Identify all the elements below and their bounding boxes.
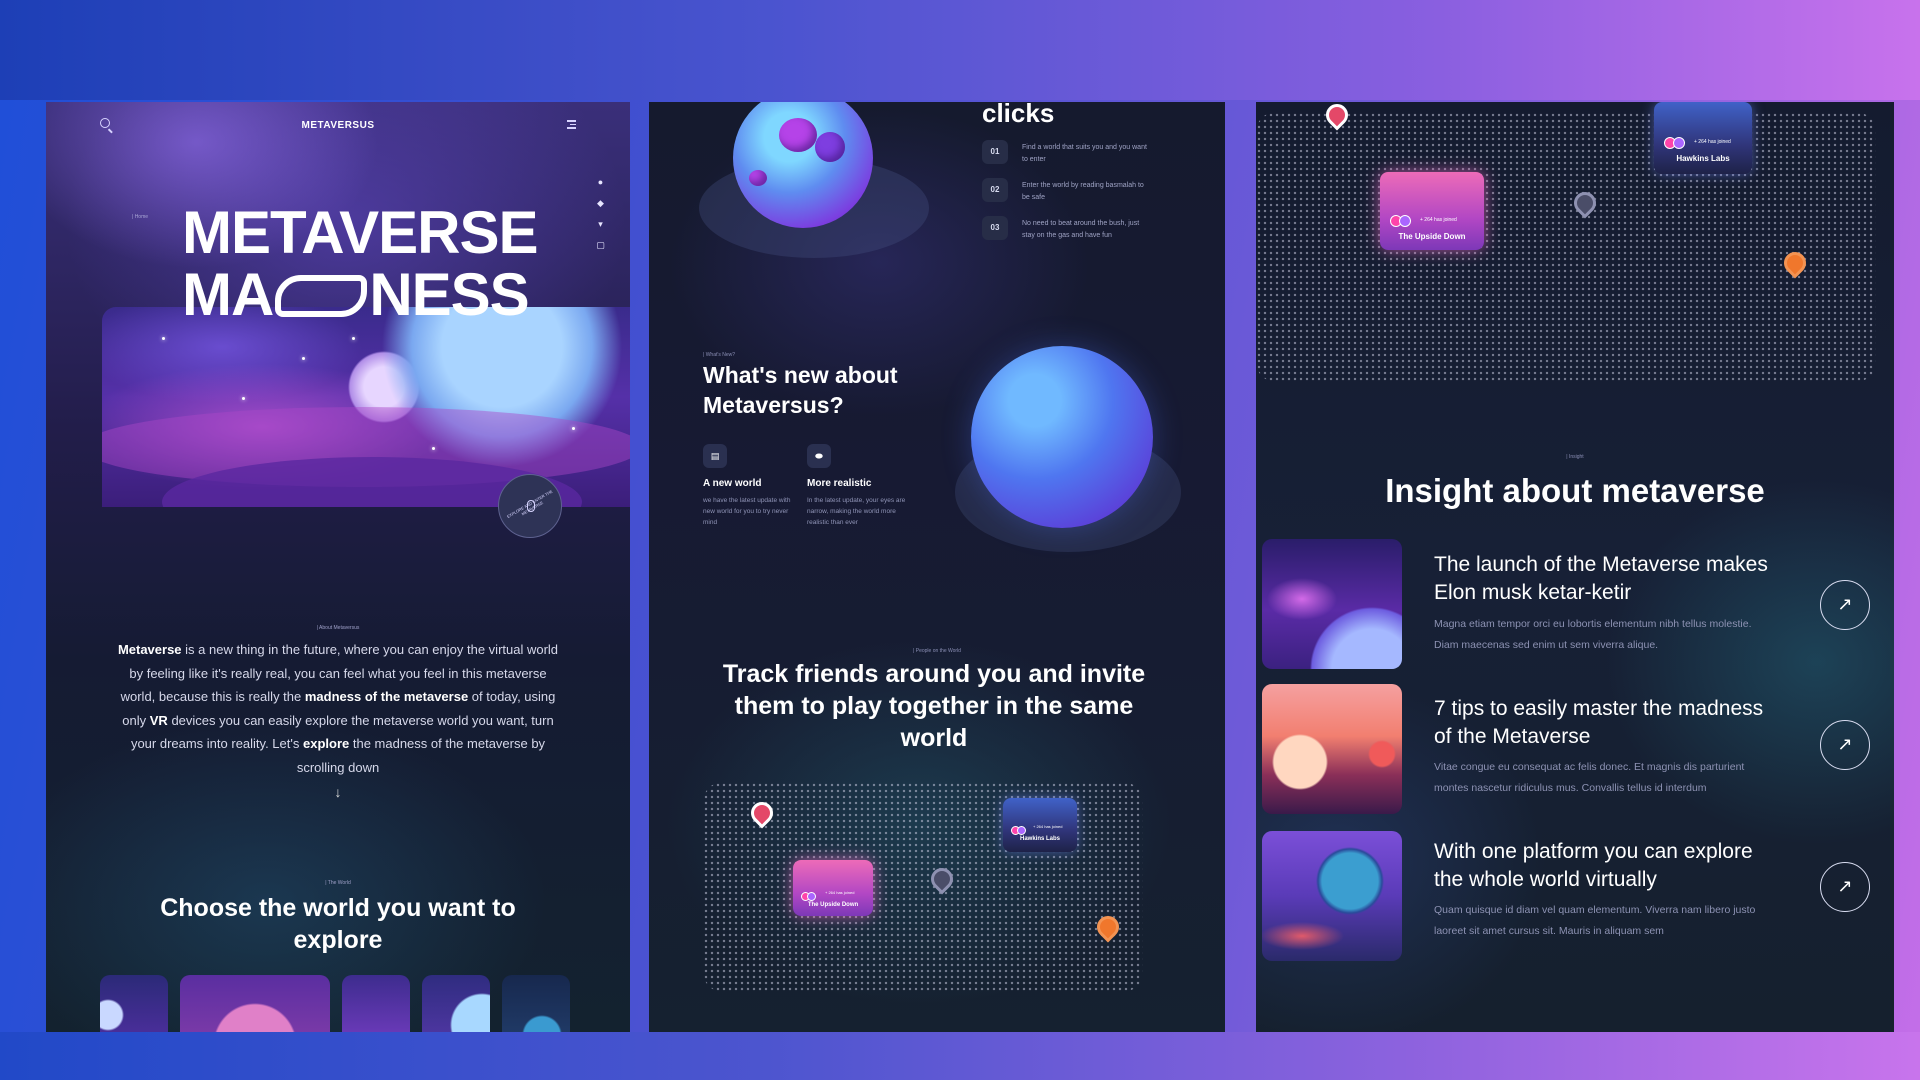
post-title[interactable]: 7 tips to easily master the madness of t… — [1434, 695, 1774, 751]
instagram-icon[interactable]: ▢ — [596, 241, 605, 250]
breadcrumb: | Home — [132, 214, 149, 220]
post-title[interactable]: With one platform you can explore the wh… — [1434, 838, 1774, 894]
step-number: 01 — [982, 140, 1008, 164]
hero-title-pill-shape — [275, 275, 368, 317]
feature-title: A new world — [703, 478, 762, 489]
world-card-name: Hawkins Labs — [1019, 836, 1060, 842]
track-friends-heading: Track friends around you and invite them… — [722, 660, 1146, 752]
landing-hero-panel: METAVERSUS ● ◆ ▾ ▢ | Home METAVERSE MA NE… — [46, 102, 630, 1032]
world-thumbnail[interactable] — [180, 975, 330, 1032]
step-number: 02 — [982, 178, 1008, 202]
people-section-label: | People on the World — [913, 648, 961, 654]
post-description: Magna etiam tempor orci eu lobortis elem… — [1434, 618, 1752, 651]
vr-headset-icon: ⬬ — [807, 444, 831, 468]
planet-rock — [749, 170, 767, 186]
world-card-name: Hawkins Labs — [1676, 154, 1730, 163]
world-thumbnail[interactable] — [502, 975, 570, 1032]
world-section-label: | The World — [325, 880, 351, 886]
joined-count: + 264 has joined — [1033, 824, 1063, 829]
world-map — [1256, 112, 1876, 382]
about-section-label: | About Metaversus — [316, 625, 360, 631]
reddit-icon[interactable]: ● — [596, 178, 605, 187]
whats-new-heading: What's new about Metaversus? — [703, 362, 898, 418]
step-text: Enter the world by reading basmalah to b… — [1022, 182, 1144, 201]
hero-title-line-2a: MA — [182, 261, 274, 328]
world-thumbnail[interactable] — [342, 975, 410, 1032]
post-description: Vitae congue eu consequat ac felis donec… — [1434, 761, 1745, 794]
mouse-icon — [527, 500, 535, 512]
post-title[interactable]: The launch of the Metaverse makes Elon m… — [1434, 551, 1774, 607]
world-card-hawkins-labs[interactable]: + 264 has joined Hawkins Labs — [1654, 102, 1752, 174]
hero-title-line-2b: NESS — [369, 261, 529, 328]
steps-heading: clicks — [982, 102, 1055, 128]
discord-icon[interactable]: ◆ — [596, 199, 605, 208]
world-thumbnail[interactable] — [100, 975, 168, 1032]
world-thumbnail[interactable] — [422, 975, 490, 1032]
joined-count: + 264 has joined — [1694, 139, 1731, 145]
open-post-arrow-icon[interactable]: ↗ — [1820, 720, 1870, 770]
world-card-hawkins-labs[interactable]: + 264 has joined Hawkins Labs — [1003, 798, 1077, 852]
whats-new-label: | What's New? — [703, 352, 735, 358]
insight-heading: Insight about metaverse — [1385, 472, 1765, 509]
feature-description: In the latest update, your eyes are narr… — [807, 497, 906, 526]
world-card-upside-down[interactable]: + 264 has joined The Upside Down — [1380, 172, 1484, 250]
hero-space-illustration — [102, 307, 630, 507]
world-card-name: The Upside Down — [1398, 232, 1466, 241]
post-description: Quam quisque id diam vel quam elementum.… — [1434, 904, 1756, 937]
insight-panel: + 264 has joined The Upside Down + 264 h… — [1256, 102, 1894, 1032]
open-post-arrow-icon[interactable]: ↗ — [1820, 580, 1870, 630]
brand-logo[interactable]: METAVERSUS — [46, 120, 630, 131]
feature-new-world: ▤ A new world we have the latest update … — [703, 444, 803, 528]
insight-section-label: | Insight — [1566, 454, 1584, 460]
feature-title: More realistic — [807, 478, 872, 489]
post-thumbnail[interactable] — [1262, 684, 1402, 814]
about-paragraph: Metaverse is a new thing in the future, … — [117, 642, 559, 775]
post-thumbnail[interactable] — [1262, 539, 1402, 669]
features-panel: clicks 01 Find a world that suits you an… — [649, 102, 1225, 1032]
planet-rock — [815, 132, 845, 162]
step-number: 03 — [982, 216, 1008, 240]
social-links: ● ◆ ▾ ▢ — [596, 178, 606, 262]
background-bottom — [0, 1032, 1920, 1080]
step-text: Find a world that suits you and you want… — [1022, 144, 1147, 163]
scroll-down-arrow-icon[interactable]: ↓ — [46, 784, 630, 800]
choose-world-heading: Choose the world you want to explore — [160, 894, 516, 954]
explore-badge[interactable]: EXPLORE AND ENTER THE METAVERSE — [498, 474, 562, 538]
background-top — [0, 0, 1920, 100]
feature-more-realistic: ⬬ More realistic In the latest update, y… — [807, 444, 907, 528]
joined-count: + 264 has joined — [1420, 217, 1457, 223]
hero-title: METAVERSE MA NESS — [182, 199, 538, 328]
blue-planet-illustration — [971, 346, 1153, 528]
feature-description: we have the latest update with new world… — [703, 497, 791, 526]
menu-icon[interactable] — [567, 120, 576, 131]
planet-rock — [779, 118, 817, 152]
joined-count: + 264 has joined — [825, 890, 855, 895]
world-icon: ▤ — [703, 444, 727, 468]
post-thumbnail[interactable] — [1262, 831, 1402, 961]
twitter-icon[interactable]: ▾ — [596, 220, 605, 229]
world-card-upside-down[interactable]: + 264 has joined The Upside Down — [793, 860, 873, 916]
hero-title-line-1: METAVERSE — [182, 199, 538, 266]
open-post-arrow-icon[interactable]: ↗ — [1820, 862, 1870, 912]
step-text: No need to beat around the bush, just st… — [1022, 220, 1140, 239]
world-card-name: The Upside Down — [807, 902, 859, 908]
